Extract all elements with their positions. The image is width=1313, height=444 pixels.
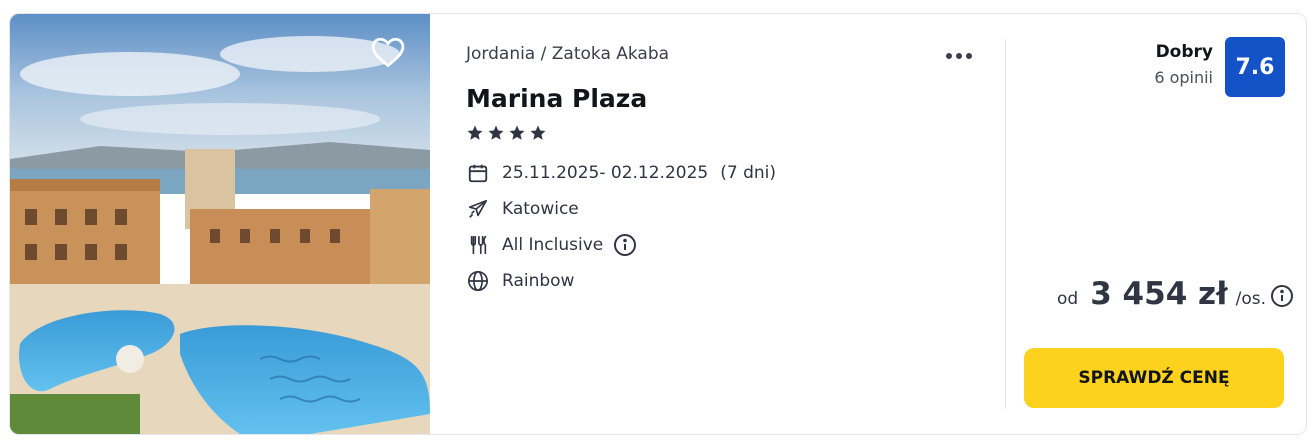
trip-dates: 25.11.2025- 02.12.2025 xyxy=(502,163,709,183)
tour-operator: Rainbow xyxy=(502,271,575,291)
hotel-stars xyxy=(466,124,547,142)
departure-row: Katowice xyxy=(466,197,579,221)
heart-icon xyxy=(371,37,405,68)
board-row: All Inclusive xyxy=(466,233,637,257)
cutlery-icon xyxy=(466,233,490,257)
globe-icon xyxy=(466,269,490,293)
star-icon xyxy=(488,125,504,140)
offer-details: Jordania / Zatoka Akaba Marina Plaza 25.… xyxy=(466,14,1006,434)
rating-text: Dobry 6 opinii xyxy=(1154,42,1213,87)
destination-breadcrumb[interactable]: Jordania / Zatoka Akaba xyxy=(466,44,669,64)
price-suffix: /os. xyxy=(1235,289,1266,309)
price-prefix: od xyxy=(1056,289,1079,309)
plane-icon xyxy=(466,197,490,221)
offer-card: Jordania / Zatoka Akaba Marina Plaza 25.… xyxy=(9,13,1307,435)
price-block: od 3 454 zł /os. xyxy=(1057,276,1294,312)
vertical-divider xyxy=(1005,39,1006,409)
star-icon xyxy=(530,125,546,140)
hotel-photo[interactable] xyxy=(10,14,430,434)
rating-block[interactable]: Dobry 6 opinii 7.6 xyxy=(1154,37,1285,97)
more-options-icon xyxy=(946,53,952,59)
board-type: All Inclusive xyxy=(502,235,604,255)
dates-row: 25.11.2025- 02.12.2025 (7 dni) xyxy=(466,161,776,185)
hotel-photo-image xyxy=(10,14,430,434)
operator-row: Rainbow xyxy=(466,269,574,293)
rating-label: Dobry xyxy=(1155,42,1213,62)
more-options-button[interactable] xyxy=(946,46,982,66)
favorite-button[interactable] xyxy=(368,32,408,72)
departure-city: Katowice xyxy=(502,199,579,219)
star-icon xyxy=(467,125,483,140)
board-info-icon[interactable] xyxy=(613,233,637,257)
price-amount: 3 454 zł xyxy=(1090,276,1228,312)
price-info-icon[interactable] xyxy=(1270,284,1294,312)
rating-score-badge: 7.6 xyxy=(1225,37,1285,97)
star-icon xyxy=(509,125,525,140)
review-count[interactable]: 6 opinii xyxy=(1154,68,1213,87)
hotel-name[interactable]: Marina Plaza xyxy=(466,84,647,113)
trip-duration: (7 dni) xyxy=(720,163,776,183)
check-price-button[interactable]: SPRAWDŹ CENĘ xyxy=(1024,348,1284,408)
calendar-icon xyxy=(466,161,490,185)
